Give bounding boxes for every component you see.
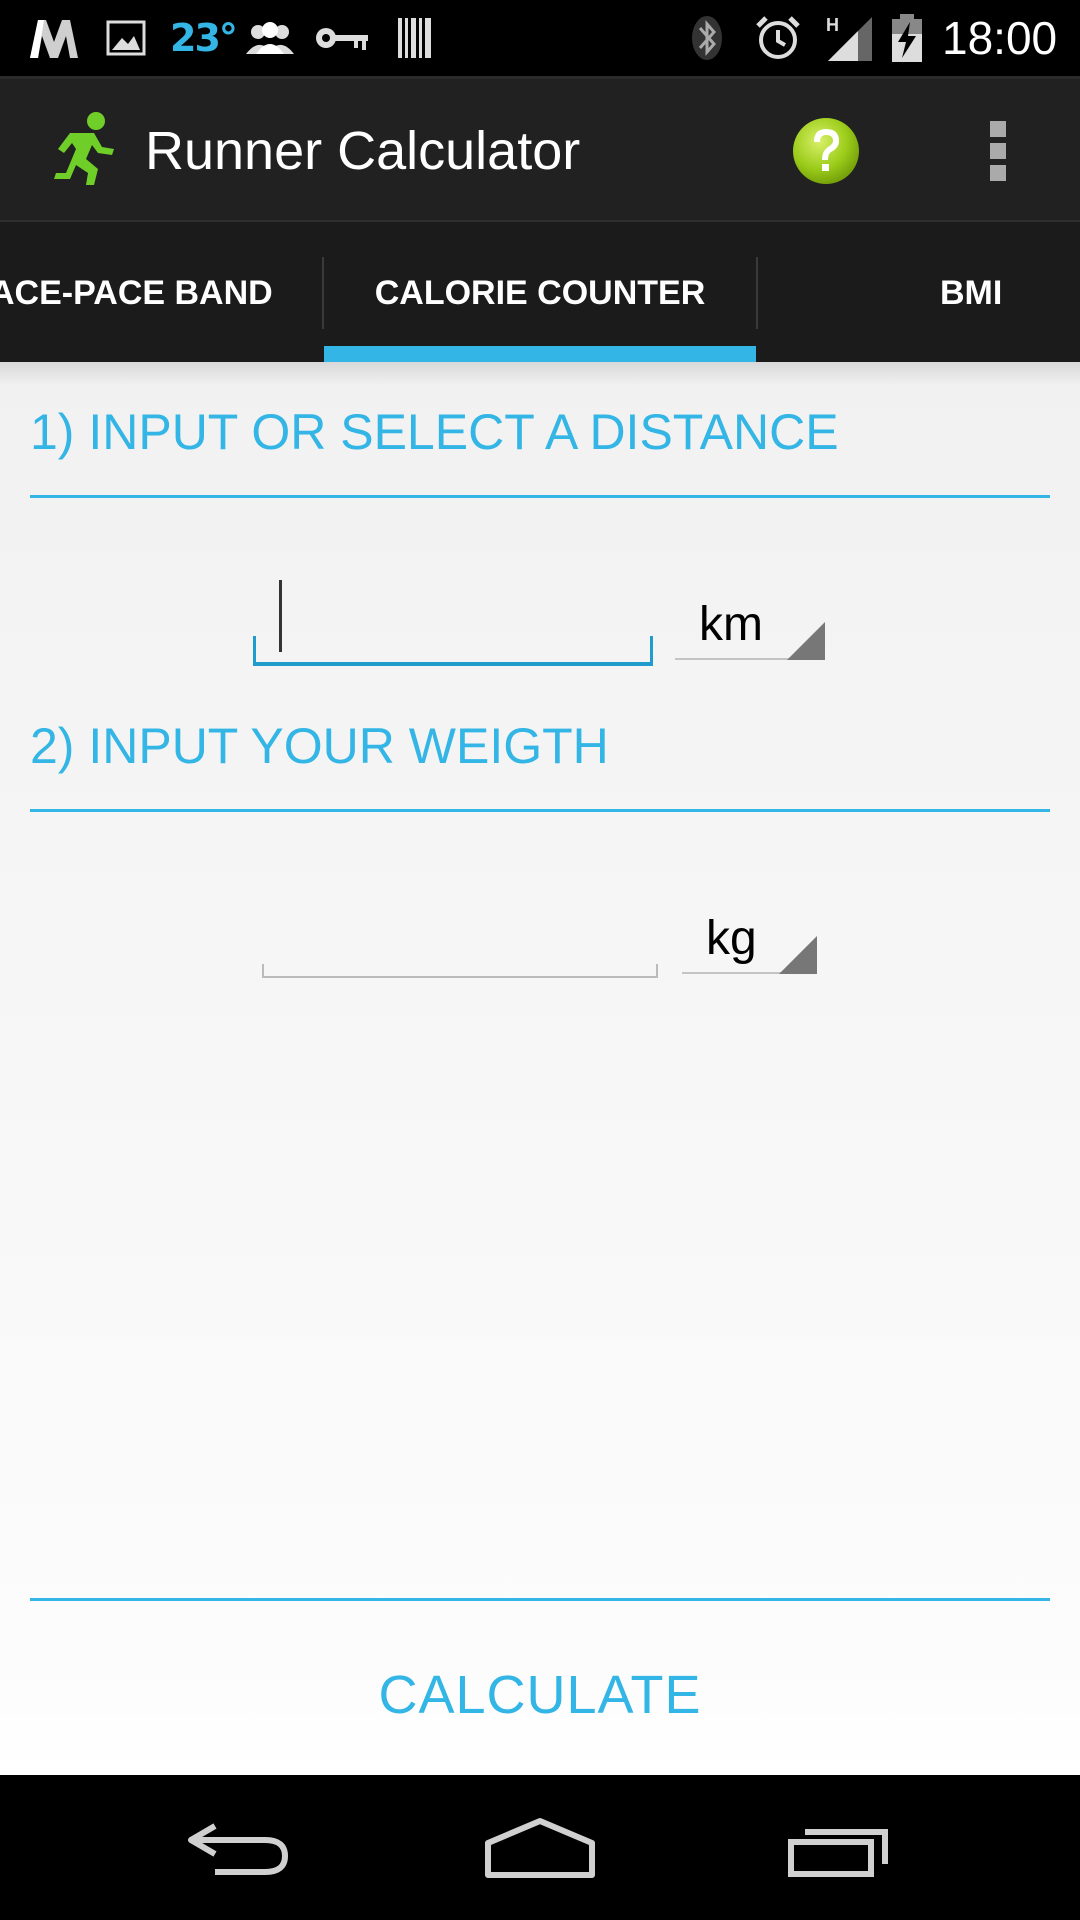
distance-input[interactable] <box>253 636 653 666</box>
tab-label: ACE-PACE BAND <box>0 273 273 312</box>
signal-icon: H <box>824 0 876 76</box>
clock-text: 18:00 <box>942 12 1058 64</box>
action-bar: Runner Calculator <box>0 76 1080 220</box>
calculate-button[interactable]: CALCULATE <box>0 1620 1080 1770</box>
weight-unit-spinner[interactable]: kg <box>682 904 817 974</box>
clock: 18:00 <box>942 0 1057 76</box>
calculate-divider <box>30 1598 1050 1601</box>
back-icon <box>188 1822 289 1875</box>
back-button[interactable] <box>140 1775 340 1920</box>
alarm-icon <box>754 0 802 76</box>
weight-section-heading: 2) INPUT YOUR WEIGTH <box>30 718 609 774</box>
tab-race-pace-band[interactable]: ACE-PACE BAND <box>0 222 280 362</box>
weight-section-divider <box>30 809 1050 812</box>
tab-bar: ACE-PACE BAND CALORIE COUNTER BMI <box>0 220 1080 362</box>
weight-unit-value: kg <box>706 912 757 965</box>
weather-temp: 23° <box>170 0 238 76</box>
tab-selected-indicator <box>324 346 756 362</box>
chevron-down-icon <box>779 936 817 974</box>
tab-label: BMI <box>940 273 1003 312</box>
weight-input[interactable] <box>262 964 658 978</box>
chevron-down-icon <box>787 622 825 660</box>
calorie-counter-content <box>0 362 1080 1775</box>
gallery-icon <box>106 0 146 76</box>
tab-bmi[interactable]: BMI <box>758 222 1080 362</box>
people-icon <box>244 0 296 76</box>
navigation-bar <box>0 1775 1080 1920</box>
tab-label: CALORIE COUNTER <box>374 273 706 312</box>
content-shadow <box>0 362 1080 386</box>
app-title: Runner Calculator <box>145 121 581 181</box>
tab-calorie-counter[interactable]: CALORIE COUNTER <box>324 222 756 362</box>
status-bar: 23° H 18:00 <box>0 0 1080 76</box>
distance-section-heading: 1) INPUT OR SELECT A DISTANCE <box>30 404 839 460</box>
barcode-icon <box>396 0 434 76</box>
m-logo-icon <box>28 0 80 76</box>
help-icon[interactable] <box>790 115 862 187</box>
battery-charging-icon <box>890 0 924 76</box>
key-icon <box>314 0 370 76</box>
overflow-menu-icon[interactable] <box>976 115 1020 187</box>
home-button[interactable] <box>440 1775 640 1920</box>
distance-unit-value: km <box>699 598 763 651</box>
text-cursor <box>279 580 282 652</box>
calculate-label: CALCULATE <box>378 1665 702 1725</box>
runner-icon[interactable] <box>50 109 122 189</box>
recent-apps-button[interactable] <box>740 1775 940 1920</box>
distance-section-divider <box>30 495 1050 498</box>
home-icon <box>485 1817 595 1878</box>
temperature-text: 23° <box>170 16 238 60</box>
bluetooth-icon <box>690 0 724 76</box>
recent-apps-icon <box>788 1828 888 1877</box>
svg-text:H: H <box>826 15 839 35</box>
distance-unit-spinner[interactable]: km <box>675 590 825 660</box>
